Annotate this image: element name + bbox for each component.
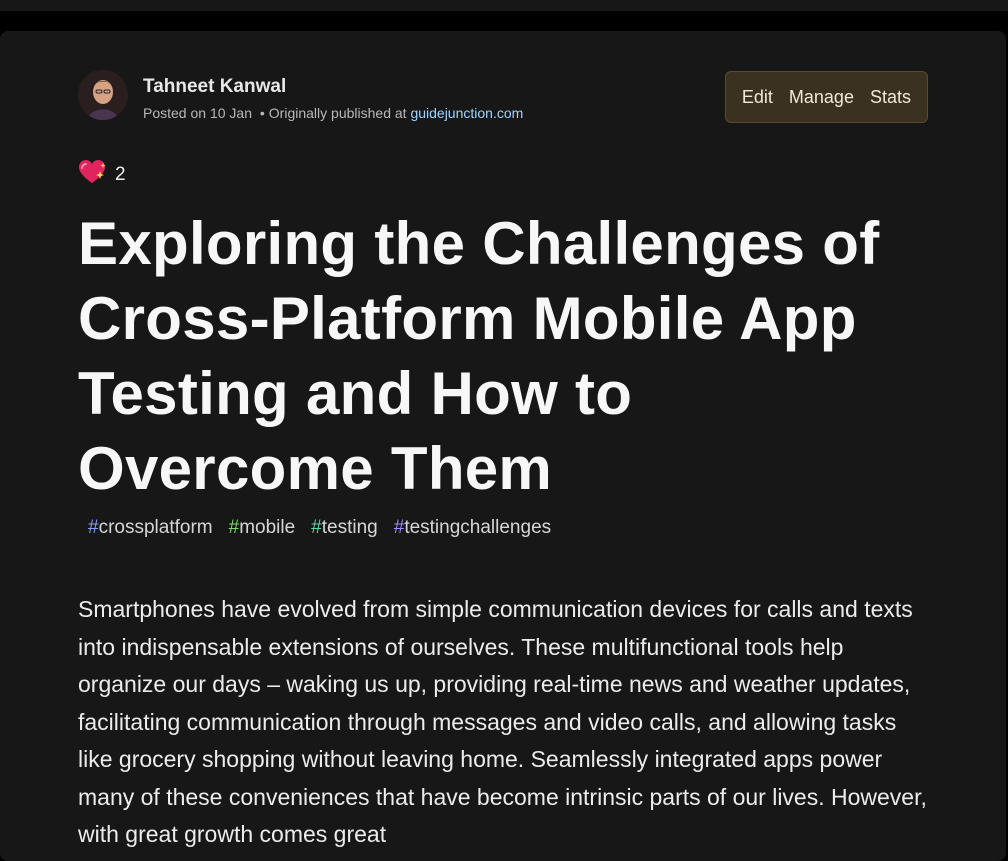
tag-hash: # [393, 517, 405, 538]
posted-date: 10 Jan [209, 105, 252, 121]
stats-button[interactable]: Stats [862, 87, 919, 108]
posted-prefix: Posted on [143, 105, 207, 121]
avatar[interactable] [78, 70, 128, 120]
reactions-summary[interactable]: 2 [78, 159, 126, 190]
tag-hash: # [228, 517, 240, 538]
origin-link[interactable]: guidejunction.com [410, 105, 523, 121]
article-header: Tahneet Kanwal Posted on 10 Jan • Origina… [78, 70, 928, 124]
edit-button[interactable]: Edit [734, 87, 781, 108]
tag-label: testing [321, 517, 378, 538]
tag-crossplatform[interactable]: #crossplatform [80, 517, 221, 539]
author-name[interactable]: Tahneet Kanwal [143, 76, 286, 98]
reaction-count: 2 [115, 163, 126, 185]
article-title: Exploring the Challenges of Cross-Platfo… [78, 210, 880, 502]
article-body: Smartphones have evolved from simple com… [78, 596, 927, 847]
tag-testingchallenges[interactable]: #testingchallenges [386, 517, 559, 539]
top-bar [0, 0, 1008, 11]
tag-testing[interactable]: #testing [303, 517, 386, 539]
tag-label: mobile [239, 517, 296, 538]
sparkling-heart-icon [78, 159, 107, 190]
avatar-portrait-icon [78, 70, 128, 120]
tag-label: testingchallenges [404, 517, 552, 538]
author-actions: Edit Manage Stats [724, 71, 928, 123]
meta-separator: • [259, 105, 265, 121]
tag-list: #crossplatform #mobile #testing #testing… [80, 517, 559, 539]
tag-mobile[interactable]: #mobile [221, 517, 304, 539]
manage-button[interactable]: Manage [781, 87, 862, 108]
tag-label: crossplatform [98, 517, 213, 538]
tag-hash: # [311, 517, 322, 538]
article-card: Tahneet Kanwal Posted on 10 Jan • Origina… [0, 31, 1006, 861]
originally-prefix: Originally published at [268, 105, 407, 121]
tag-hash: # [88, 517, 99, 538]
post-meta: Posted on 10 Jan • Originally published a… [143, 105, 523, 121]
